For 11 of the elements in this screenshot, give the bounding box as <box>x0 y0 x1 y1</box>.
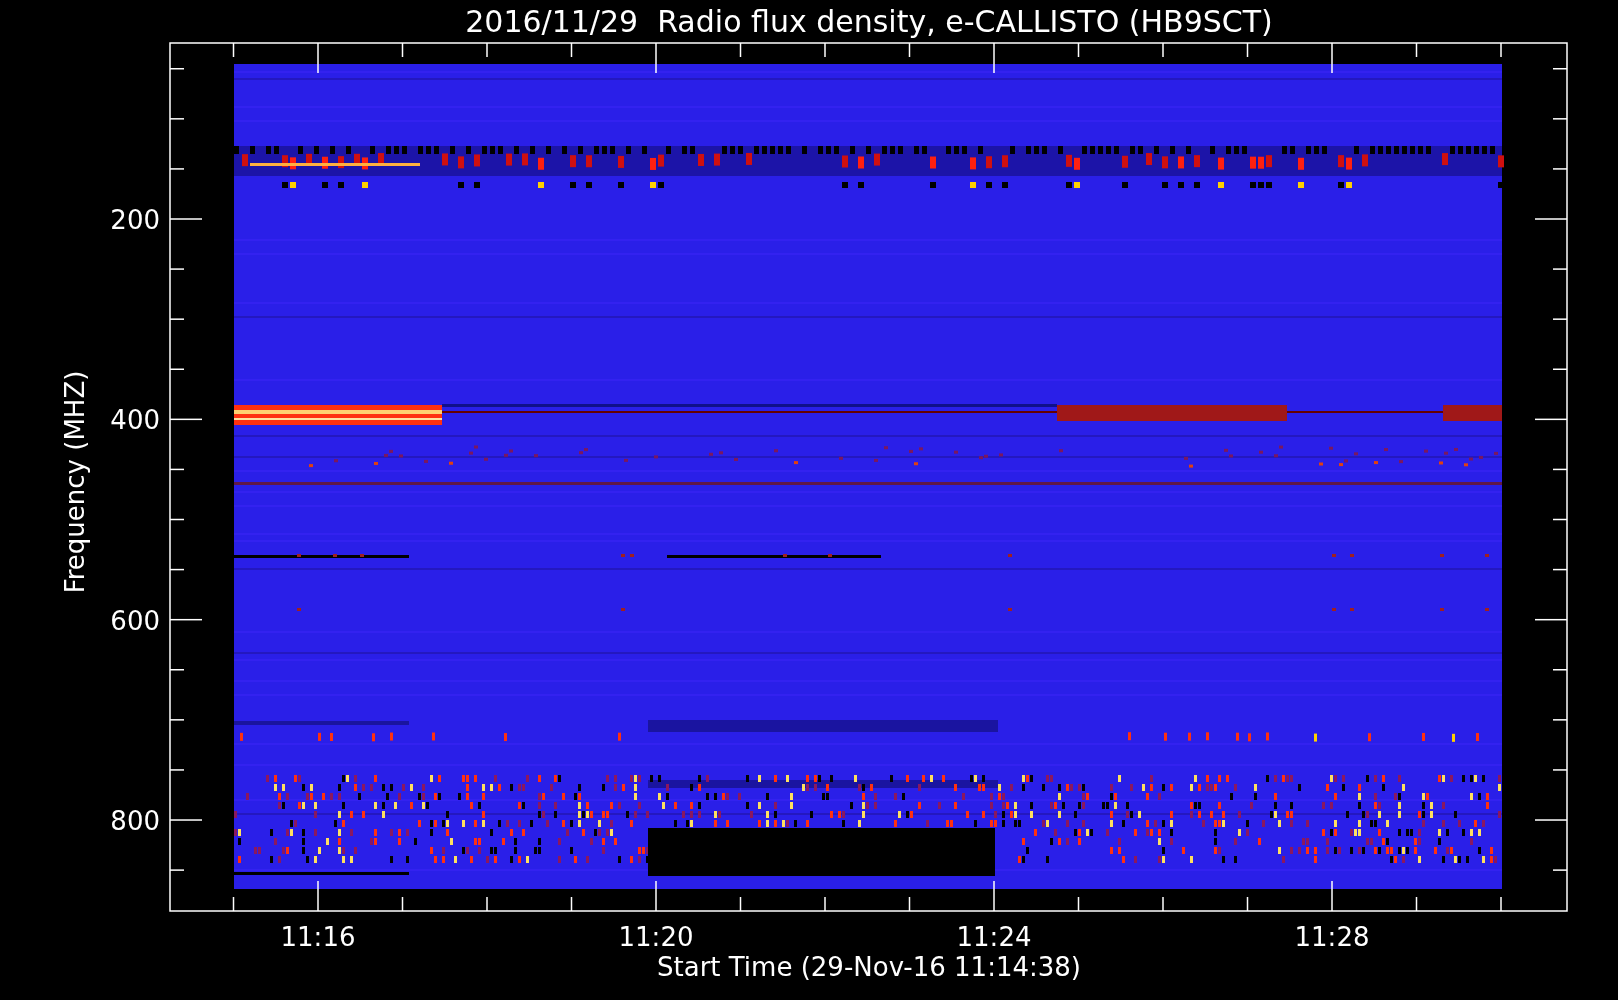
y-axis-label: Frequency (MHZ) <box>60 370 90 594</box>
chart-title: 2016/11/29 Radio flux density, e-CALLISTO (HB9SCT) <box>465 4 1273 39</box>
x-tick-label: 11:20 <box>618 922 694 952</box>
y-tick-label: 800 <box>110 806 160 836</box>
y-tick-label: 400 <box>110 405 160 436</box>
x-tick-label: 11:16 <box>280 922 356 952</box>
x-axis-label: Start Time (29-Nov-16 11:14:38) <box>657 952 1081 982</box>
x-tick-label: 11:28 <box>1294 922 1370 952</box>
x-tick-label: 11:24 <box>956 922 1032 952</box>
y-tick-label: 600 <box>110 605 160 636</box>
y-tick-label: 200 <box>110 205 160 235</box>
